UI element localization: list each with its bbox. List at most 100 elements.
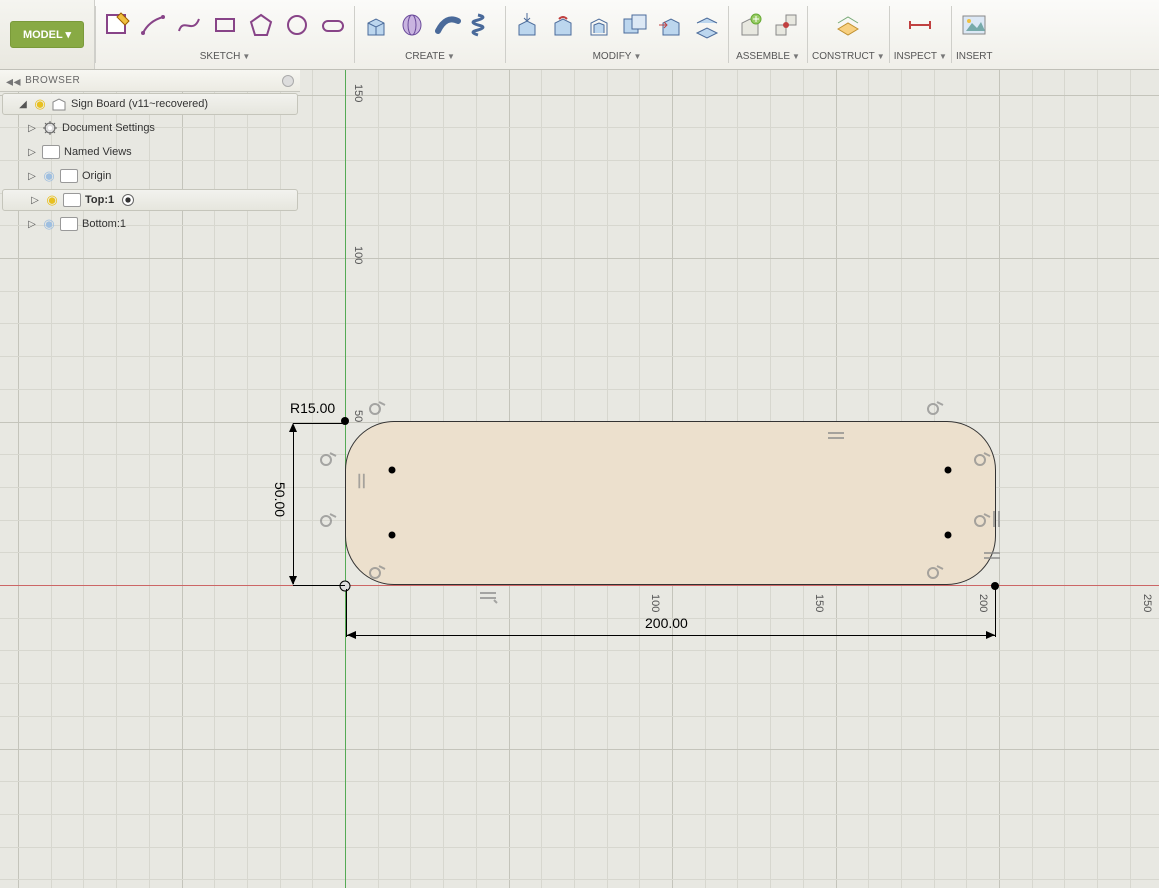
expander-icon[interactable]: ▷ (26, 147, 38, 158)
workspace-button[interactable]: MODEL ▾ (10, 21, 84, 48)
combine-icon[interactable] (618, 8, 652, 42)
visibility-toggle-icon[interactable]: ◉ (33, 96, 47, 112)
body-icon (60, 217, 78, 231)
ruler-tick-v-50: 50 (352, 410, 364, 422)
equal-constraint-icon[interactable] (987, 509, 1005, 529)
tree-root-label: Sign Board (v11~recovered) (71, 98, 208, 110)
dimension-width[interactable]: 200.00 (645, 615, 688, 631)
expander-icon[interactable]: ▷ (29, 195, 41, 206)
coil-icon[interactable] (467, 8, 501, 42)
insert-image-icon[interactable] (957, 8, 991, 42)
group-label-assemble[interactable]: ASSEMBLE▼ (736, 48, 800, 64)
collapse-arrow-icon[interactable]: ◂◂ (6, 76, 21, 86)
sketch-point[interactable] (340, 581, 351, 592)
move-icon[interactable] (654, 8, 688, 42)
sweep-icon[interactable] (431, 8, 465, 42)
tangent-constraint-icon[interactable] (925, 563, 945, 581)
fillet-icon[interactable] (546, 8, 580, 42)
group-label-insert[interactable]: INSERT (956, 48, 993, 64)
tangent-constraint-icon[interactable] (367, 563, 387, 581)
minimize-dot-icon[interactable] (282, 75, 294, 87)
measure-icon[interactable] (903, 8, 937, 42)
ruler-tick-v-100: 100 (352, 246, 364, 264)
revolve-icon[interactable] (395, 8, 429, 42)
dimension-ext-line (293, 585, 345, 586)
equal-constraint-icon[interactable] (982, 547, 1002, 565)
sketch-point[interactable] (945, 532, 952, 539)
tree-item-origin[interactable]: ▷ ◉ Origin (0, 164, 300, 188)
dimension-ext-line (995, 589, 996, 637)
tree-item-named-views[interactable]: ▷ Named Views (0, 140, 300, 164)
press-pull-icon[interactable] (510, 8, 544, 42)
expander-icon[interactable]: ▷ (26, 219, 38, 230)
dimension-line (293, 426, 294, 584)
arrow-icon (347, 631, 356, 639)
extrude-icon[interactable] (359, 8, 393, 42)
tree-item-bottom[interactable]: ▷ ◉ Bottom:1 (0, 212, 300, 236)
tangent-constraint-icon[interactable] (318, 450, 338, 468)
browser-panel-header[interactable]: ◂◂ BROWSER (0, 70, 300, 92)
joint-icon[interactable] (769, 8, 803, 42)
tangent-constraint-icon[interactable] (972, 450, 992, 468)
ruler-tick-h-150: 150 (813, 594, 825, 612)
gear-icon (42, 120, 58, 136)
dimension-radius[interactable]: R15.00 (290, 400, 335, 416)
new-component-icon[interactable] (733, 8, 767, 42)
active-component-icon[interactable] (122, 194, 134, 206)
tangent-constraint-icon[interactable] (318, 511, 338, 529)
group-label-sketch[interactable]: SKETCH▼ (200, 48, 250, 64)
group-label-inspect[interactable]: INSPECT▼ (894, 48, 947, 64)
slot-icon[interactable] (316, 8, 350, 42)
visibility-toggle-icon[interactable]: ◉ (42, 168, 56, 184)
polygon-icon[interactable] (244, 8, 278, 42)
dimension-ext-line (293, 423, 345, 424)
arrow-icon (289, 576, 297, 585)
expander-icon[interactable]: ◢ (17, 99, 29, 110)
equal-constraint-icon[interactable] (826, 427, 846, 445)
expander-icon[interactable]: ▷ (26, 171, 38, 182)
dimension-line (347, 635, 995, 636)
dimension-ext-line (346, 589, 347, 637)
equal-constraint-icon[interactable] (352, 472, 372, 490)
align-icon[interactable] (690, 8, 724, 42)
construction-plane-icon[interactable] (831, 8, 865, 42)
tree-root[interactable]: ◢ ◉ Sign Board (v11~recovered) (2, 93, 298, 115)
component-icon (51, 96, 67, 112)
tangent-constraint-icon[interactable] (367, 399, 387, 417)
group-label-modify[interactable]: MODIFY▼ (593, 48, 642, 64)
rectangle-icon[interactable] (208, 8, 242, 42)
tree-item-label: Top:1 (85, 194, 114, 206)
main-toolbar: MODEL ▾ SKETCH▼ CREATE▼ (0, 0, 1159, 70)
dimension-height[interactable]: 50.00 (272, 482, 288, 517)
tangent-constraint-icon[interactable] (925, 399, 945, 417)
body-icon (63, 193, 81, 207)
x-axis (0, 585, 1159, 586)
sketch-point[interactable] (389, 467, 396, 474)
shell-icon[interactable] (582, 8, 616, 42)
sketch-point[interactable] (945, 467, 952, 474)
circle-icon[interactable] (280, 8, 314, 42)
tree-item-label: Document Settings (62, 122, 155, 134)
folder-icon (60, 169, 78, 183)
create-sketch-icon[interactable] (100, 8, 134, 42)
tree-item-label: Named Views (64, 146, 132, 158)
group-label-construct[interactable]: CONSTRUCT▼ (812, 48, 885, 64)
workspace-switcher[interactable]: MODEL ▾ (0, 0, 95, 69)
sketch-profile[interactable] (345, 421, 996, 585)
ruler-tick-h-200: 200 (977, 594, 989, 612)
tree-item-document-settings[interactable]: ▷ Document Settings (0, 116, 300, 140)
expander-icon[interactable]: ▷ (26, 123, 38, 134)
group-label-create[interactable]: CREATE▼ (405, 48, 455, 64)
ruler-tick-h-100: 100 (649, 594, 661, 612)
visibility-toggle-icon[interactable]: ◉ (42, 216, 56, 232)
line-icon[interactable] (136, 8, 170, 42)
toolbar-group-sketch: SKETCH▼ (96, 0, 354, 69)
equal-constraint-icon[interactable] (478, 587, 498, 605)
sketch-point[interactable] (389, 532, 396, 539)
toolbar-group-construct: CONSTRUCT▼ (808, 0, 889, 69)
tree-item-top[interactable]: ▷ ◉ Top:1 (2, 189, 298, 211)
spline-icon[interactable] (172, 8, 206, 42)
toolbar-group-insert: INSERT (952, 0, 997, 69)
visibility-toggle-icon[interactable]: ◉ (45, 192, 59, 208)
tree-item-label: Origin (82, 170, 111, 182)
